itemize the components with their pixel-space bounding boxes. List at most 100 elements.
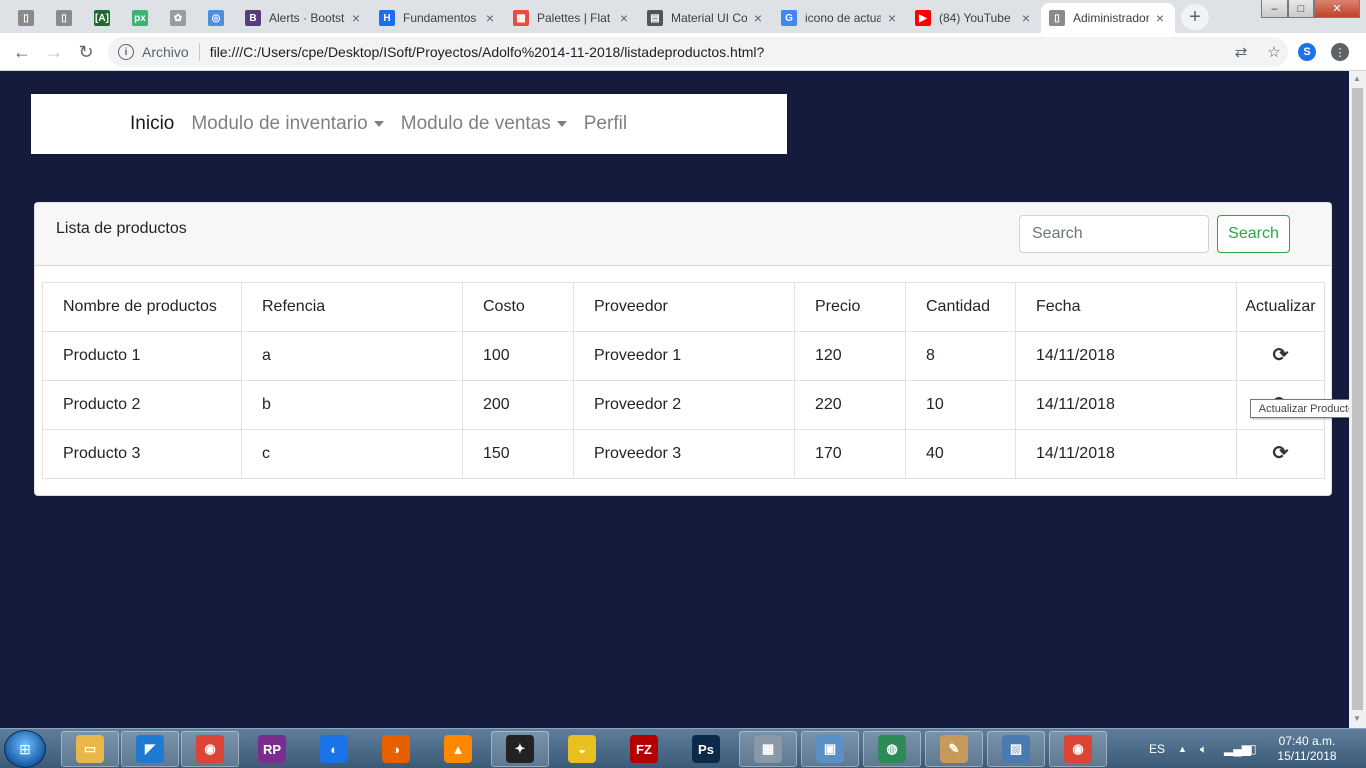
network-icon[interactable]: ▂▄▆ [1224, 729, 1251, 768]
menu-icon[interactable]: ⋮ [1327, 39, 1353, 65]
browser-tab[interactable]: ✿ [159, 3, 197, 33]
close-tab-icon[interactable]: × [885, 10, 899, 26]
taskbar-item[interactable]: ▣ [801, 731, 859, 767]
browser-tab[interactable]: Gicono de actualizar × [773, 3, 907, 33]
taskbar-item[interactable]: ◍ [863, 731, 921, 767]
tab-title: Fundamentos [403, 11, 477, 25]
scroll-down-icon[interactable]: ▼ [1353, 714, 1361, 723]
products-card: Lista de productos Search Nombre de prod… [34, 202, 1332, 496]
chrome-icon: ◉ [1064, 735, 1092, 763]
browser-tab[interactable]: px [121, 3, 159, 33]
nav-link-label: Modulo de inventario [191, 113, 368, 134]
column-header: Fecha [1015, 282, 1237, 332]
taskbar-item[interactable]: ▲ [429, 731, 487, 767]
start-button[interactable]: ⊞ [4, 730, 46, 768]
minimize-button[interactable]: – [1261, 0, 1288, 18]
extension-icon[interactable]: S [1294, 39, 1320, 65]
close-tab-icon[interactable]: × [349, 10, 363, 26]
taskbar-item[interactable]: ◉ [1049, 731, 1107, 767]
browser-tab[interactable]: ◎ [197, 3, 235, 33]
bookmark-star-icon[interactable]: ☆ [1261, 39, 1287, 65]
firefox-dev-icon: ◐ [320, 735, 348, 763]
clock[interactable]: 07:40 a.m. 15/11/2018 [1272, 734, 1342, 764]
page-scrollbar[interactable]: ▲ ▼ [1349, 71, 1366, 728]
browser-tab[interactable]: [A] [83, 3, 121, 33]
taskbar-item[interactable]: FZ [615, 731, 673, 767]
back-icon[interactable]: ← [11, 41, 33, 63]
taskbar-item[interactable]: ◒ [553, 731, 611, 767]
info-icon[interactable]: i [118, 44, 134, 60]
nav-link-perfil[interactable]: Perfil [584, 113, 627, 135]
url-text[interactable]: file:///C:/Users/cpe/Desktop/ISoft/Proye… [210, 44, 765, 60]
security-label: Archivo [142, 44, 189, 60]
browser-tab[interactable]: ▦ Palettes | Flat UI × [505, 3, 639, 33]
browser-tab[interactable]: B Alerts · Bootstrap × [237, 3, 371, 33]
taskbar-item[interactable]: Ps [677, 731, 735, 767]
language-indicator[interactable]: ES [1149, 729, 1165, 768]
close-tab-icon[interactable]: × [483, 10, 497, 26]
column-header: Cantidad [905, 282, 1016, 332]
taskbar-item[interactable]: ✦ [491, 731, 549, 767]
page-body: Inicio Modulo de inventario Modulo de vent… [0, 71, 1349, 728]
reload-icon[interactable]: ↻ [75, 41, 97, 63]
browser-tab[interactable]: ▤ Material UI Colors × [639, 3, 773, 33]
taskbar-item[interactable]: RP [243, 731, 301, 767]
windows-taskbar: ⊞ ES ▲ 🔈︎ ▂▄▆ ▯ 07:40 a.m. 15/11/2018 ▭ ◤… [0, 728, 1366, 768]
nav-link-label: Inicio [130, 113, 175, 134]
browser-tab[interactable]: ▯ Adiministrador × [1041, 3, 1175, 33]
refresh-icon[interactable]: ⟳ [1273, 444, 1289, 463]
forward-icon[interactable]: → [43, 41, 65, 63]
search-input[interactable] [1019, 215, 1209, 253]
tab-title: Material UI Colors [671, 11, 747, 25]
bee-app-icon: ✦ [506, 735, 534, 763]
taskbar-item[interactable]: ✎ [925, 731, 983, 767]
browser-tab[interactable]: H Fundamentos × [371, 3, 505, 33]
table-cell: Producto 3 [42, 429, 242, 479]
volume-icon[interactable]: 🔈︎ [1200, 729, 1207, 768]
h-logo-icon: H [379, 10, 395, 26]
browser-tab[interactable]: ▯ [7, 3, 45, 33]
column-header: Precio [794, 282, 906, 332]
document-icon: ▯ [56, 10, 72, 26]
browser-tab[interactable]: ▯ [45, 3, 83, 33]
close-tab-icon[interactable]: × [617, 10, 631, 26]
refresh-icon[interactable]: ⟳ [1273, 346, 1289, 365]
nav-link-inicio[interactable]: Inicio [130, 113, 174, 135]
tray-expand-icon[interactable]: ▲ [1178, 729, 1187, 768]
column-header: Proveedor [573, 282, 795, 332]
close-tab-icon[interactable]: × [1153, 10, 1167, 26]
taskbar-item[interactable]: ◤ [121, 731, 179, 767]
scrollbar-thumb[interactable] [1352, 88, 1363, 710]
vlc-icon: ▲ [444, 735, 472, 763]
taskbar-item[interactable]: ◉ [181, 731, 239, 767]
table-row: Producto 1 a 100 Proveedor 1 120 8 14/11/2018 ⟳ [42, 331, 1325, 381]
browser-tab[interactable]: ▶ (84) YouTube × [907, 3, 1041, 33]
taskbar-item[interactable]: ▦ [739, 731, 797, 767]
new-tab-button[interactable]: + [1181, 4, 1209, 30]
close-tab-icon[interactable]: × [1019, 10, 1033, 26]
power-icon[interactable]: ▯ [1250, 729, 1257, 768]
toolbar-icons: ⇄ ☆ S ⋮ [1228, 33, 1366, 71]
nav-link-modulo-de-inventario[interactable]: Modulo de inventario [191, 113, 384, 135]
maximize-button[interactable]: □ [1288, 0, 1314, 18]
brackets-app-icon: [A] [94, 10, 110, 26]
taskbar-item[interactable]: ▭ [61, 731, 119, 767]
vscode-icon: ◤ [136, 735, 164, 763]
taskbar-item[interactable]: ◑ [367, 731, 425, 767]
close-tab-icon[interactable]: × [751, 10, 765, 26]
document-icon: ▯ [1049, 10, 1065, 26]
close-window-button[interactable]: ✕ [1314, 0, 1360, 18]
taskbar-item[interactable]: ◐ [305, 731, 363, 767]
search-button[interactable]: Search [1217, 215, 1290, 253]
address-bar[interactable]: i Archivo file:///C:/Users/cpe/Desktop/I… [108, 37, 1288, 67]
table-cell: 100 [462, 331, 574, 381]
table-cell: Proveedor 1 [573, 331, 795, 381]
taskbar-item[interactable]: ▨ [987, 731, 1045, 767]
px-app-icon: px [132, 10, 148, 26]
translate-icon[interactable]: ⇄ [1228, 39, 1254, 65]
scroll-up-icon[interactable]: ▲ [1353, 74, 1361, 83]
slides-app-icon: ◒ [568, 735, 596, 763]
nav-link-modulo-de-ventas[interactable]: Modulo de ventas [401, 113, 567, 135]
address-divider [198, 43, 200, 61]
calculator-icon: ▦ [754, 735, 782, 763]
